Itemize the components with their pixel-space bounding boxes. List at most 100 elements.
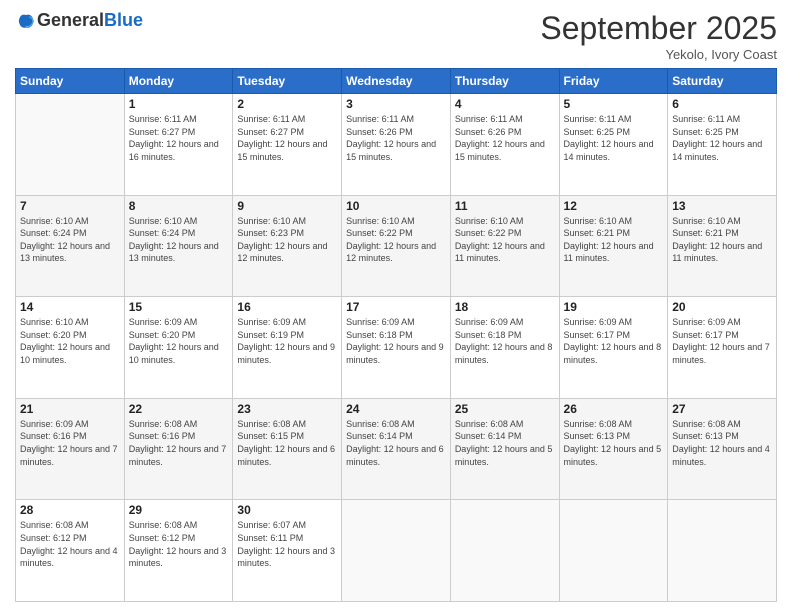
table-row	[450, 500, 559, 602]
table-row	[16, 94, 125, 196]
day-number: 2	[237, 97, 337, 111]
day-sunrise: Sunrise: 6:11 AMSunset: 6:27 PMDaylight:…	[237, 114, 327, 162]
table-row: 16 Sunrise: 6:09 AMSunset: 6:19 PMDaylig…	[233, 297, 342, 399]
table-row: 5 Sunrise: 6:11 AMSunset: 6:25 PMDayligh…	[559, 94, 668, 196]
day-sunrise: Sunrise: 6:09 AMSunset: 6:16 PMDaylight:…	[20, 419, 118, 467]
day-number: 16	[237, 300, 337, 314]
table-row: 4 Sunrise: 6:11 AMSunset: 6:26 PMDayligh…	[450, 94, 559, 196]
table-row: 7 Sunrise: 6:10 AMSunset: 6:24 PMDayligh…	[16, 195, 125, 297]
table-row: 21 Sunrise: 6:09 AMSunset: 6:16 PMDaylig…	[16, 398, 125, 500]
day-sunrise: Sunrise: 6:09 AMSunset: 6:17 PMDaylight:…	[564, 317, 662, 365]
day-number: 8	[129, 199, 229, 213]
day-sunrise: Sunrise: 6:11 AMSunset: 6:26 PMDaylight:…	[346, 114, 436, 162]
table-row: 6 Sunrise: 6:11 AMSunset: 6:25 PMDayligh…	[668, 94, 777, 196]
table-row	[342, 500, 451, 602]
table-row: 10 Sunrise: 6:10 AMSunset: 6:22 PMDaylig…	[342, 195, 451, 297]
day-sunrise: Sunrise: 6:10 AMSunset: 6:24 PMDaylight:…	[129, 216, 219, 264]
table-row: 24 Sunrise: 6:08 AMSunset: 6:14 PMDaylig…	[342, 398, 451, 500]
day-sunrise: Sunrise: 6:10 AMSunset: 6:24 PMDaylight:…	[20, 216, 110, 264]
day-sunrise: Sunrise: 6:08 AMSunset: 6:13 PMDaylight:…	[672, 419, 770, 467]
table-row: 15 Sunrise: 6:09 AMSunset: 6:20 PMDaylig…	[124, 297, 233, 399]
day-sunrise: Sunrise: 6:10 AMSunset: 6:20 PMDaylight:…	[20, 317, 110, 365]
day-number: 17	[346, 300, 446, 314]
table-row: 9 Sunrise: 6:10 AMSunset: 6:23 PMDayligh…	[233, 195, 342, 297]
day-number: 22	[129, 402, 229, 416]
day-number: 26	[564, 402, 664, 416]
day-number: 7	[20, 199, 120, 213]
table-row: 26 Sunrise: 6:08 AMSunset: 6:13 PMDaylig…	[559, 398, 668, 500]
logo: GeneralBlue	[15, 10, 143, 31]
day-sunrise: Sunrise: 6:10 AMSunset: 6:21 PMDaylight:…	[672, 216, 762, 264]
day-number: 21	[20, 402, 120, 416]
day-number: 3	[346, 97, 446, 111]
calendar-week-row: 28 Sunrise: 6:08 AMSunset: 6:12 PMDaylig…	[16, 500, 777, 602]
day-number: 12	[564, 199, 664, 213]
day-number: 10	[346, 199, 446, 213]
location: Yekolo, Ivory Coast	[540, 47, 777, 62]
col-wednesday: Wednesday	[342, 69, 451, 94]
day-sunrise: Sunrise: 6:11 AMSunset: 6:27 PMDaylight:…	[129, 114, 219, 162]
day-sunrise: Sunrise: 6:10 AMSunset: 6:22 PMDaylight:…	[346, 216, 436, 264]
table-row: 17 Sunrise: 6:09 AMSunset: 6:18 PMDaylig…	[342, 297, 451, 399]
day-sunrise: Sunrise: 6:11 AMSunset: 6:25 PMDaylight:…	[564, 114, 654, 162]
day-sunrise: Sunrise: 6:08 AMSunset: 6:15 PMDaylight:…	[237, 419, 335, 467]
table-row: 1 Sunrise: 6:11 AMSunset: 6:27 PMDayligh…	[124, 94, 233, 196]
table-row: 11 Sunrise: 6:10 AMSunset: 6:22 PMDaylig…	[450, 195, 559, 297]
day-number: 14	[20, 300, 120, 314]
day-number: 13	[672, 199, 772, 213]
day-sunrise: Sunrise: 6:07 AMSunset: 6:11 PMDaylight:…	[237, 520, 335, 568]
day-sunrise: Sunrise: 6:09 AMSunset: 6:17 PMDaylight:…	[672, 317, 770, 365]
logo-general: General	[37, 10, 104, 30]
day-sunrise: Sunrise: 6:11 AMSunset: 6:25 PMDaylight:…	[672, 114, 762, 162]
calendar-header-row: Sunday Monday Tuesday Wednesday Thursday…	[16, 69, 777, 94]
logo-icon	[17, 12, 35, 30]
day-sunrise: Sunrise: 6:08 AMSunset: 6:14 PMDaylight:…	[346, 419, 444, 467]
day-number: 6	[672, 97, 772, 111]
title-block: September 2025 Yekolo, Ivory Coast	[540, 10, 777, 62]
table-row: 29 Sunrise: 6:08 AMSunset: 6:12 PMDaylig…	[124, 500, 233, 602]
day-number: 20	[672, 300, 772, 314]
day-number: 19	[564, 300, 664, 314]
day-number: 29	[129, 503, 229, 517]
table-row: 22 Sunrise: 6:08 AMSunset: 6:16 PMDaylig…	[124, 398, 233, 500]
header: GeneralBlue September 2025 Yekolo, Ivory…	[15, 10, 777, 62]
day-sunrise: Sunrise: 6:08 AMSunset: 6:12 PMDaylight:…	[20, 520, 118, 568]
day-sunrise: Sunrise: 6:10 AMSunset: 6:23 PMDaylight:…	[237, 216, 327, 264]
table-row: 20 Sunrise: 6:09 AMSunset: 6:17 PMDaylig…	[668, 297, 777, 399]
col-sunday: Sunday	[16, 69, 125, 94]
day-number: 30	[237, 503, 337, 517]
day-number: 1	[129, 97, 229, 111]
table-row: 28 Sunrise: 6:08 AMSunset: 6:12 PMDaylig…	[16, 500, 125, 602]
col-monday: Monday	[124, 69, 233, 94]
day-number: 23	[237, 402, 337, 416]
day-number: 15	[129, 300, 229, 314]
day-sunrise: Sunrise: 6:08 AMSunset: 6:14 PMDaylight:…	[455, 419, 553, 467]
page: GeneralBlue September 2025 Yekolo, Ivory…	[0, 0, 792, 612]
table-row: 30 Sunrise: 6:07 AMSunset: 6:11 PMDaylig…	[233, 500, 342, 602]
day-sunrise: Sunrise: 6:08 AMSunset: 6:12 PMDaylight:…	[129, 520, 227, 568]
table-row: 3 Sunrise: 6:11 AMSunset: 6:26 PMDayligh…	[342, 94, 451, 196]
day-number: 11	[455, 199, 555, 213]
day-sunrise: Sunrise: 6:09 AMSunset: 6:18 PMDaylight:…	[455, 317, 553, 365]
table-row: 19 Sunrise: 6:09 AMSunset: 6:17 PMDaylig…	[559, 297, 668, 399]
table-row: 27 Sunrise: 6:08 AMSunset: 6:13 PMDaylig…	[668, 398, 777, 500]
table-row: 14 Sunrise: 6:10 AMSunset: 6:20 PMDaylig…	[16, 297, 125, 399]
table-row: 2 Sunrise: 6:11 AMSunset: 6:27 PMDayligh…	[233, 94, 342, 196]
month-title: September 2025	[540, 10, 777, 47]
table-row: 25 Sunrise: 6:08 AMSunset: 6:14 PMDaylig…	[450, 398, 559, 500]
day-sunrise: Sunrise: 6:09 AMSunset: 6:19 PMDaylight:…	[237, 317, 335, 365]
day-number: 9	[237, 199, 337, 213]
table-row: 8 Sunrise: 6:10 AMSunset: 6:24 PMDayligh…	[124, 195, 233, 297]
day-number: 28	[20, 503, 120, 517]
col-thursday: Thursday	[450, 69, 559, 94]
table-row: 23 Sunrise: 6:08 AMSunset: 6:15 PMDaylig…	[233, 398, 342, 500]
logo-text: GeneralBlue	[37, 10, 143, 31]
day-number: 18	[455, 300, 555, 314]
calendar-week-row: 21 Sunrise: 6:09 AMSunset: 6:16 PMDaylig…	[16, 398, 777, 500]
day-sunrise: Sunrise: 6:09 AMSunset: 6:20 PMDaylight:…	[129, 317, 219, 365]
day-number: 5	[564, 97, 664, 111]
logo-blue: Blue	[104, 10, 143, 30]
calendar-table: Sunday Monday Tuesday Wednesday Thursday…	[15, 68, 777, 602]
day-number: 27	[672, 402, 772, 416]
day-sunrise: Sunrise: 6:09 AMSunset: 6:18 PMDaylight:…	[346, 317, 444, 365]
